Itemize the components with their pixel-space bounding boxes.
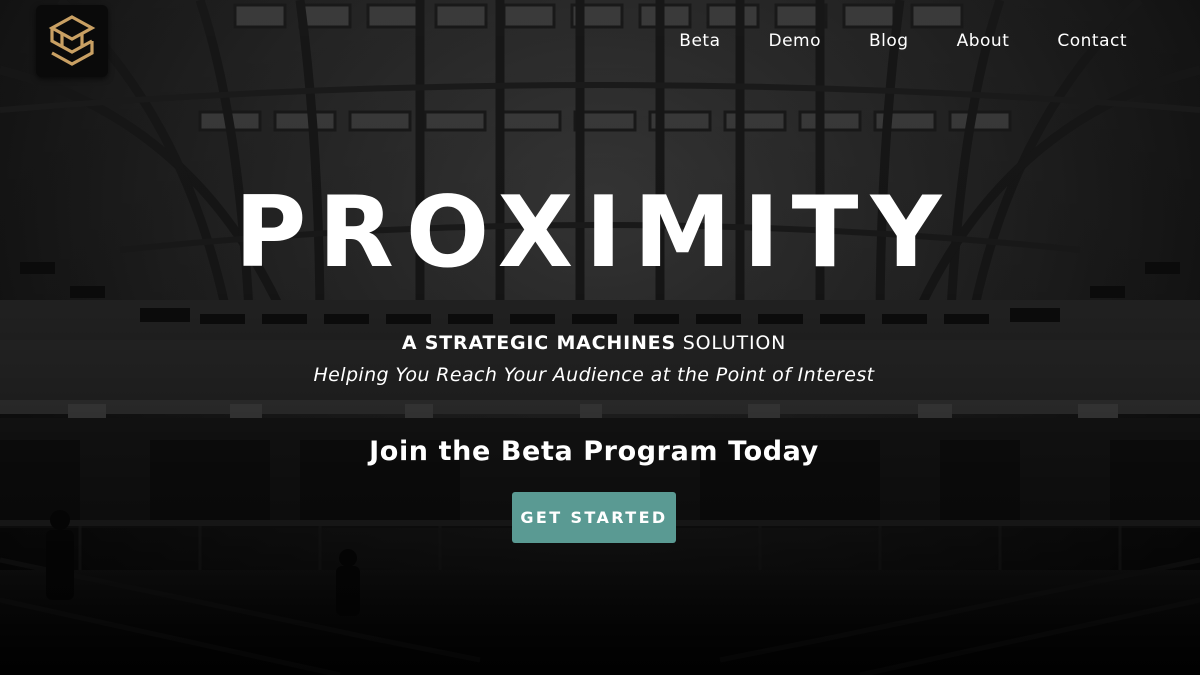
nav-item-demo[interactable]: Demo [769, 30, 822, 52]
nav-item-beta[interactable]: Beta [679, 30, 720, 52]
get-started-button[interactable]: GET STARTED [512, 492, 676, 543]
sm-monogram-logo-icon [48, 15, 96, 66]
hero-section: Beta Demo Blog About Contact PROXIMITY A… [0, 0, 1200, 675]
main-nav: Beta Demo Blog About Contact [631, 30, 1127, 52]
nav-item-blog[interactable]: Blog [869, 30, 909, 52]
hero-title: PROXIMITY [234, 176, 954, 290]
join-beta-heading: Join the Beta Program Today [369, 436, 819, 467]
hero-tagline: A STRATEGIC MACHINES SOLUTION [0, 331, 1188, 355]
hero-subtagline: Helping You Reach Your Audience at the P… [313, 364, 875, 386]
tagline-suffix: SOLUTION [682, 332, 787, 354]
nav-item-about[interactable]: About [957, 30, 1010, 52]
tagline-company: A STRATEGIC MACHINES [401, 332, 676, 354]
logo-link[interactable] [36, 5, 108, 77]
nav-item-contact[interactable]: Contact [1057, 30, 1127, 52]
